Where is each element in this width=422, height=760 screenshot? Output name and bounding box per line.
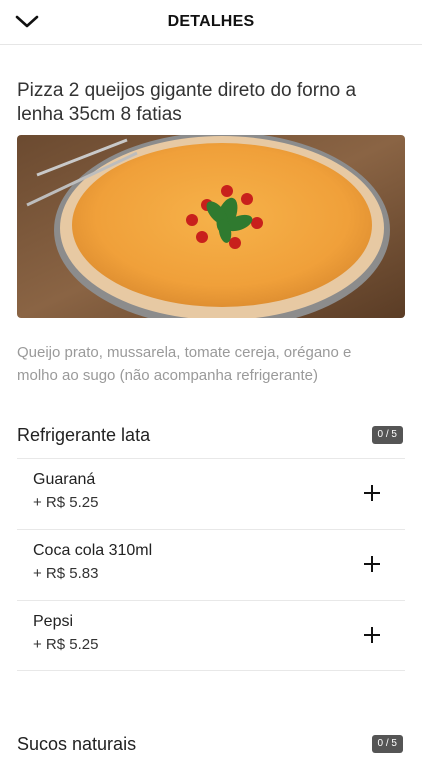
divider [17, 670, 405, 671]
option-name: Guaraná [33, 471, 96, 488]
option-price: + R$ 5.83 [33, 565, 99, 582]
option-row-coca-cola[interactable]: Coca cola 310ml + R$ 5.83 [17, 530, 405, 600]
add-pepsi-button[interactable] [361, 624, 383, 646]
plus-icon [364, 627, 380, 643]
option-row-guarana[interactable]: Guaraná + R$ 5.25 [17, 459, 405, 529]
top-bar: DETALHES [0, 0, 422, 45]
plus-icon [364, 556, 380, 572]
option-row-pepsi[interactable]: Pepsi + R$ 5.25 [17, 601, 405, 671]
page-title: DETALHES [167, 13, 255, 30]
add-guarana-button[interactable] [361, 482, 383, 504]
section-title: Sucos naturais [17, 734, 137, 754]
section-title: Refrigerante lata [17, 425, 151, 445]
section-header-sucos: Sucos naturais 0 / 5 [17, 730, 405, 760]
option-price: + R$ 5.25 [33, 636, 99, 653]
option-name: Pepsi [33, 613, 74, 630]
selection-counter-badge: 0 / 5 [371, 426, 403, 444]
add-coca-cola-button[interactable] [361, 553, 383, 575]
section-header-refrigerante: Refrigerante lata 0 / 5 [17, 421, 405, 451]
option-name: Coca cola 310ml [33, 542, 153, 559]
product-description: Queijo prato, mussarela, tomate cereja, … [17, 344, 352, 384]
product-title: Pizza 2 queijos gigante direto do forno … [17, 80, 357, 125]
product-image [17, 135, 405, 318]
plus-icon [364, 485, 380, 501]
selection-counter-badge: 0 / 5 [371, 735, 403, 753]
option-price: + R$ 5.25 [33, 494, 99, 511]
